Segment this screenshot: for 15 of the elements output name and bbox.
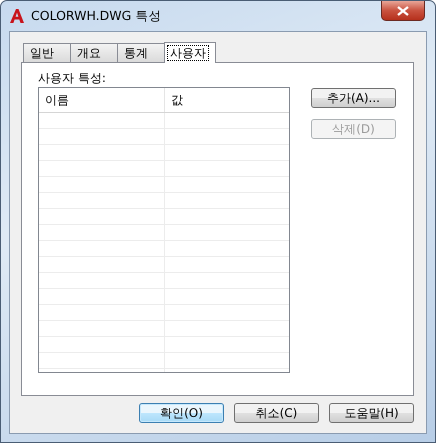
tab[interactable]: 통계 xyxy=(117,43,165,62)
window-title: COLORWH.DWG 특성 xyxy=(31,8,162,24)
close-button[interactable] xyxy=(381,1,425,21)
tab[interactable]: 사용자 xyxy=(164,42,216,63)
letter-a-logo-icon xyxy=(9,8,25,24)
button[interactable]: 취소(C) xyxy=(234,403,319,423)
button[interactable]: 도움말(H) xyxy=(329,403,414,423)
button[interactable]: 확인(O) xyxy=(139,403,224,423)
section-label: 사용자 특성: xyxy=(38,70,107,87)
column-header[interactable]: 이름 xyxy=(39,88,165,112)
button[interactable]: 추가(A)... xyxy=(311,88,396,108)
close-icon xyxy=(397,6,409,16)
tab[interactable]: 개요 xyxy=(70,43,118,62)
column-header[interactable]: 값 xyxy=(165,88,289,112)
tab[interactable]: 일반 xyxy=(23,43,71,62)
